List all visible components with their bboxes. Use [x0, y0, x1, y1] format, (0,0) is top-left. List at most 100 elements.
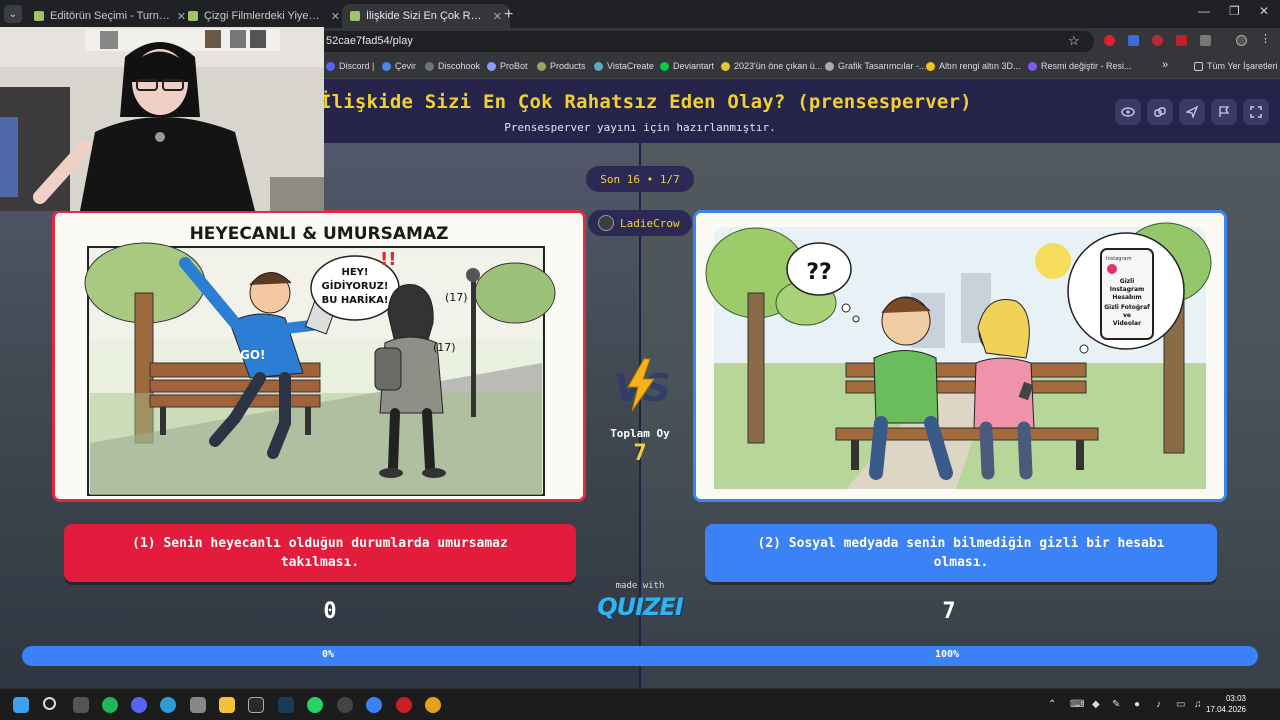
bookmark-vistacreate[interactable]: VistaCreate: [594, 61, 654, 71]
bookmark-products[interactable]: Products: [537, 61, 586, 71]
overflow-label: »: [1162, 59, 1169, 71]
probot-icon: [487, 61, 496, 71]
whatsapp-icon[interactable]: [307, 697, 323, 713]
thought-text: ??: [806, 260, 832, 285]
option-card-right[interactable]: ?? Instagram Gizli Instagram Hesabım Giz…: [693, 210, 1227, 502]
tab-search-chevron-icon[interactable]: ⌄: [4, 5, 22, 23]
tab-favicon-icon: [350, 11, 360, 21]
bookmark-label: Resmi değiştir - Resi...: [1041, 61, 1132, 71]
bookmark-site-icon: [926, 61, 935, 71]
bookmark-label: Altın rengi altın 3D...: [939, 61, 1021, 71]
bookmark-discord[interactable]: Discord |: [326, 61, 374, 71]
right-comic-image: ?? Instagram Gizli Instagram Hesabım Giz…: [696, 213, 1224, 499]
file-explorer-icon[interactable]: [219, 697, 235, 713]
w-icon: [721, 61, 730, 71]
address-bar[interactable]: 52cae7fad54/play: [314, 31, 1094, 52]
option-text: (1) Senin heyecanlı olduğun durumlarda u…: [132, 536, 508, 570]
vote-count-left: 0: [323, 599, 337, 624]
svg-text:HEY!: HEY!: [341, 267, 368, 278]
tray-pen-icon[interactable]: ✎: [1112, 699, 1120, 710]
task-view-icon[interactable]: [73, 697, 89, 713]
tray-chevron-icon[interactable]: ⌃: [1048, 699, 1056, 710]
network-icon[interactable]: ▭: [1176, 699, 1185, 710]
volume-icon[interactable]: ♫: [1194, 699, 1202, 710]
clock-date: 17.04.2026: [1205, 705, 1246, 714]
all-bookmarks[interactable]: Tüm Yer İşaretleri: [1194, 61, 1278, 71]
bookmark-label: Deviantart: [673, 61, 715, 71]
close-tab-icon[interactable]: ✕: [331, 10, 340, 23]
chatgpt-icon[interactable]: [337, 697, 353, 713]
flag-icon[interactable]: [1211, 99, 1237, 125]
option-card-left[interactable]: HEYECANLI & UMURSAMAZ GO! HEY! GİDİYORUZ…: [52, 210, 586, 502]
edge-icon[interactable]: [160, 697, 176, 713]
quizei-logo[interactable]: QUIZEI: [596, 593, 684, 621]
close-window-icon[interactable]: ✕: [1259, 4, 1269, 18]
link-icon[interactable]: [1147, 99, 1173, 125]
quiz-title: İlişkide Sizi En Çok Rahatsız Eden Olay?…: [320, 91, 972, 113]
percent-left: 0%: [322, 649, 335, 660]
bookmark-2023[interactable]: 2023'ün öne çıkan ü...: [721, 61, 822, 71]
eye-icon[interactable]: [1115, 99, 1141, 125]
copilot-icon[interactable]: [366, 697, 382, 713]
creator-badge[interactable]: LadieCrow: [588, 210, 692, 236]
extension-record-icon[interactable]: [1104, 35, 1115, 46]
search-icon[interactable]: [43, 697, 56, 710]
bookmark-gold-3d[interactable]: Altın rengi altın 3D...: [926, 61, 1021, 71]
tab-title: İlişkide Sizi En Çok Rahatsız Ed: [366, 10, 487, 22]
url-text: 52cae7fad54/play: [326, 35, 413, 47]
tray-app2-icon[interactable]: ●: [1134, 699, 1140, 710]
extension-translate-icon[interactable]: [1128, 35, 1139, 46]
opera-icon[interactable]: [396, 697, 412, 713]
app-icon[interactable]: [190, 697, 206, 713]
new-tab-plus-icon[interactable]: +: [504, 6, 513, 24]
versus-lightning-icon: VS: [614, 358, 670, 412]
profile-avatar[interactable]: [1236, 35, 1247, 46]
bookmark-probot[interactable]: ProBot: [487, 61, 528, 71]
epic-games-icon[interactable]: [248, 697, 264, 713]
bookmark-star-icon[interactable]: ☆: [1068, 33, 1080, 49]
browser-menu-icon[interactable]: ⋮: [1260, 32, 1271, 45]
steam-icon[interactable]: [278, 697, 294, 713]
tab-current-quiz[interactable]: İlişkide Sizi En Çok Rahatsız Ed ✕: [342, 4, 510, 28]
extension-pdf-icon[interactable]: [1176, 35, 1187, 46]
clock-time: 03:03: [1225, 694, 1246, 703]
streamer-webcam-image: [0, 27, 324, 211]
extension-red-icon[interactable]: [1152, 35, 1163, 46]
bookmarks-overflow-chevron-icon[interactable]: »: [1162, 59, 1168, 71]
extensions-puzzle-icon[interactable]: [1200, 35, 1211, 46]
spotify-icon[interactable]: [102, 697, 118, 713]
chrome-icon[interactable]: [425, 697, 441, 713]
tab-title: Çizgi Filmlerdeki Yiyecekler - T: [204, 10, 325, 22]
bookmark-translate[interactable]: Çevir: [382, 61, 416, 71]
send-icon[interactable]: [1179, 99, 1205, 125]
browser-tab-strip: ⌄ Editörün Seçimi - Turnuva - Qu ✕ Çizgi…: [0, 0, 1280, 28]
bookmark-site-icon: [825, 61, 834, 71]
option-text: (2) Sosyal medyada senin bilmediğin gizl…: [757, 536, 1165, 570]
tab-favicon-icon: [188, 11, 198, 21]
windows-taskbar: ⌃ ⌨ ◆ ✎ ● ♪ ▭ ♫ 03:03 17.04.2026: [0, 688, 1280, 720]
fullscreen-icon[interactable]: [1243, 99, 1269, 125]
close-tab-icon[interactable]: ✕: [493, 10, 502, 23]
shirt-text: GO!: [240, 348, 266, 362]
bookmark-label: Grafik Tasarımcılar -...: [838, 61, 927, 71]
restore-icon[interactable]: ❐: [1229, 4, 1240, 18]
windows-start-icon[interactable]: [13, 697, 29, 713]
bookmark-deviantart[interactable]: Deviantart: [660, 61, 714, 71]
bookmark-graphic-designers[interactable]: Grafik Tasarımcılar -...: [825, 61, 926, 71]
minimize-icon[interactable]: —: [1198, 4, 1210, 18]
svg-text:GİDİYORUZ!: GİDİYORUZ!: [322, 278, 389, 292]
language-icon[interactable]: ⌨: [1070, 699, 1084, 710]
option-button-right[interactable]: (2) Sosyal medyada senin bilmediğin gizl…: [705, 524, 1217, 582]
bookmark-resize[interactable]: Resmi değiştir - Resi...: [1028, 61, 1132, 71]
vote-count-right: 7: [942, 599, 956, 624]
system-clock[interactable]: 03:03 17.04.2026: [1206, 693, 1246, 715]
creator-avatar: [598, 215, 614, 231]
tray-app-icon[interactable]: ◆: [1092, 699, 1100, 710]
folder-icon: [1194, 61, 1203, 71]
bookmark-discohook[interactable]: Discohook: [425, 61, 480, 71]
tab-cartoon-food[interactable]: Çizgi Filmlerdeki Yiyecekler - T ✕: [180, 4, 348, 28]
microphone-icon[interactable]: ♪: [1156, 699, 1161, 710]
tab-editor-choice[interactable]: Editörün Seçimi - Turnuva - Qu ✕: [26, 4, 194, 28]
option-button-left[interactable]: (1) Senin heyecanlı olduğun durumlarda u…: [64, 524, 576, 582]
discord-icon[interactable]: [131, 697, 147, 713]
